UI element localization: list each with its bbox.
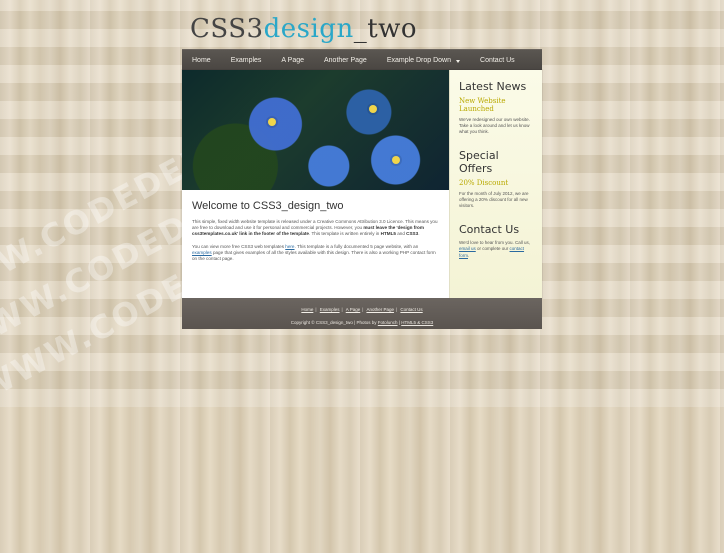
templates-text-c: page that gives examples of all the styl… (192, 249, 436, 261)
flower-center (392, 156, 400, 164)
nav-examples[interactable]: Examples (221, 50, 272, 70)
page-title: Welcome to CSS3_design_two (192, 200, 344, 212)
footer-link-home[interactable]: Home (301, 307, 313, 312)
templates-text-a: You can view more free CSS3 web template… (192, 243, 286, 249)
logo-text-design: design (263, 14, 354, 44)
email-us-link[interactable]: email us (459, 246, 476, 251)
sidebar-latest-title: Latest News (459, 80, 527, 93)
footer-copyright: Copyright © CSS3_design_two | Photos by … (182, 320, 542, 325)
intro-css3: CSS3 (406, 231, 419, 237)
sidebar: Latest News New Website Launched We've r… (449, 70, 542, 298)
sidebar-latest-text: We've redesigned our own website. Take a… (459, 117, 530, 135)
sidebar-offers-text: For the month of July 2012, we are offer… (459, 191, 529, 209)
footer-separator: | (362, 307, 364, 312)
footer-link-another-page[interactable]: Another Page (366, 307, 394, 312)
photos-by-link[interactable]: Fotolunch (378, 320, 398, 325)
sidebar-latest-subtitle: New Website Launched (459, 97, 506, 113)
nav-home[interactable]: Home (182, 50, 221, 70)
nav-contact-us-label: Contact Us (480, 56, 515, 64)
footer-link-a-page[interactable]: A Page (346, 307, 361, 312)
nav-another-page[interactable]: Another Page (314, 50, 377, 70)
nav-another-page-label: Another Page (324, 56, 367, 64)
logo-text-css3: CSS3 (190, 14, 264, 44)
html5-css3-link[interactable]: HTML5 & CSS3 (401, 320, 433, 325)
footer: Home | Examples | A Page | Another Page | Co… (182, 298, 542, 329)
footer-link-contact-us[interactable]: Contact Us (400, 307, 422, 312)
sidebar-offers-title: Special Offers (459, 149, 499, 176)
top-nav: Home Examples A Page Another Page Exampl… (182, 49, 542, 71)
chevron-down-icon (456, 59, 461, 63)
templates-paragraph: You can view more free CSS3 web template… (192, 244, 439, 263)
footer-separator: | (341, 307, 343, 312)
intro-text-d: . (418, 231, 420, 237)
intro-html5: HTML5 (380, 231, 396, 237)
nav-examples-label: Examples (230, 56, 262, 64)
sidebar-offers-subtitle: 20% Discount (459, 179, 509, 188)
logo-text-two: _two (353, 14, 418, 44)
contact-text-a: We'd love to hear from you. Call us, (459, 240, 531, 246)
main-content: Welcome to CSS3_design_two This simple, … (182, 190, 449, 298)
contact-text-c: . (468, 252, 470, 258)
nav-example-drop-down[interactable]: Example Drop Down (377, 50, 470, 70)
intro-text-b: . This template is written entirely in (308, 231, 381, 237)
sidebar-contact-title: Contact Us (459, 223, 520, 237)
nav-contact-us[interactable]: Contact Us (470, 50, 525, 70)
sidebar-contact-text: We'd love to hear from you. Call us, ema… (459, 240, 534, 258)
nav-home-label: Home (192, 56, 211, 64)
nav-example-drop-down-label: Example Drop Down (386, 56, 452, 64)
footer-separator: | (315, 307, 317, 312)
footer-links: Home | Examples | A Page | Another Page | Co… (182, 307, 542, 312)
flower-center (268, 118, 276, 126)
hero-image (182, 70, 449, 190)
templates-here-link[interactable]: here (285, 244, 294, 249)
content-area: Welcome to CSS3_design_two This simple, … (182, 70, 542, 298)
templates-text-b: . This template is a fully documented 5 … (294, 243, 419, 249)
copyright-text-a: Copyright © CSS3_design_two | Photos by (290, 320, 378, 325)
nav-a-page-label: A Page (281, 56, 304, 64)
flower-center (369, 105, 377, 113)
site-logo[interactable]: CSS3design_two (190, 14, 417, 54)
website-frame: CSS3design_two Home Examples A Page Anot… (182, 9, 542, 329)
intro-paragraph: This simple, fixed width website templat… (192, 219, 439, 238)
contact-text-b: or complete our (475, 246, 510, 252)
nav-a-page[interactable]: A Page (271, 50, 314, 70)
intro-text-c: and (395, 231, 407, 237)
footer-separator: | (395, 307, 398, 312)
footer-link-examples[interactable]: Examples (320, 307, 340, 312)
examples-link[interactable]: examples (192, 250, 212, 255)
